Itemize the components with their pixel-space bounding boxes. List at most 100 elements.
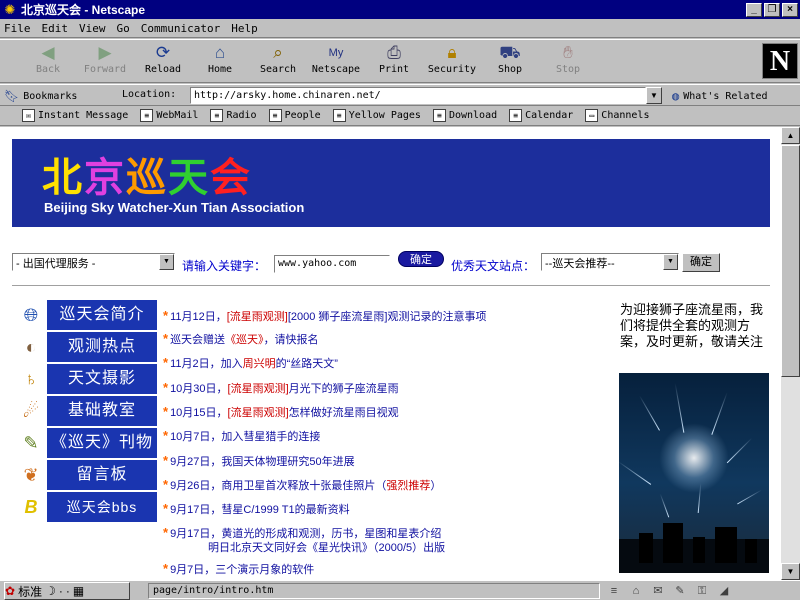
bookmarks-button[interactable]: 🔖︎ Bookmarks [4, 87, 77, 105]
logo-char: 天 [168, 155, 210, 201]
news-item[interactable]: * 11月2日，加入周兴明的“丝路天文” [163, 356, 613, 371]
menu-edit[interactable]: Edit [42, 22, 69, 35]
star-bullet-icon: * [163, 428, 169, 443]
star-bullet-icon: * [163, 355, 169, 370]
star-bullet-icon: * [163, 525, 169, 540]
page-content: 北京巡天会 Beijing Sky Watcher-Xun Tian Assoc… [0, 127, 781, 580]
resize-grip-icon[interactable]: ◢ [716, 584, 732, 598]
search-button[interactable]: ⌕ Search [250, 42, 306, 82]
navigator-icon[interactable]: ⌂ [628, 584, 644, 598]
meteor-shower-photo[interactable] [619, 373, 769, 573]
divider [12, 285, 770, 287]
component-bar-icon[interactable]: ≡ [606, 584, 622, 598]
channels-folder-icon: ▭ [585, 109, 599, 122]
vertical-scrollbar[interactable]: ▲ ▼ [781, 127, 800, 580]
bookmark-page-icon: ≡ [268, 109, 282, 122]
print-icon: ⎙ [387, 43, 401, 62]
keyword-input[interactable]: www.yahoo.com [274, 255, 390, 273]
stop-icon: ✋︎ [563, 43, 573, 62]
print-button[interactable]: ⎙ Print [366, 42, 422, 82]
menu-item-intro[interactable]: 🌐︎ 巡天会简介 [18, 300, 158, 330]
ime-punctuation-icon[interactable]: · [59, 584, 63, 598]
close-button[interactable]: × [782, 2, 798, 17]
netscape-icon: My [328, 47, 344, 59]
menu-item-hotspots[interactable]: ◐ 观测热点 [18, 332, 158, 362]
security-button[interactable]: 🔒︎ Security [424, 42, 480, 82]
news-item[interactable]: * 10月7日，加入彗星猎手的连接 [163, 429, 613, 444]
news-item[interactable]: * 9月17日，彗星C/1999 T1的最新资料 [163, 502, 613, 517]
scroll-up-icon[interactable]: ▲ [781, 127, 800, 144]
book-icon: ✎ [23, 433, 39, 453]
news-item[interactable]: * 11月12日，[流星雨观测][2000 狮子座流星雨]观测记录的注意事项 [163, 309, 613, 324]
moon-icon: ◐ [25, 337, 37, 357]
banner-subtitle: Beijing Sky Watcher-Xun Tian Association [44, 200, 305, 215]
news-item[interactable]: * 巡天会赠送《巡天》，请快报名 [163, 332, 613, 347]
menu-item-bbs[interactable]: B 巡天会bbs [18, 492, 158, 522]
instant-message-link[interactable]: ✉ Instant Message [22, 109, 128, 122]
location-dropdown-button[interactable]: ▼ [646, 87, 662, 104]
webmail-link[interactable]: ≡ WebMail [140, 109, 198, 122]
news-item[interactable]: * 9月17日，黄道光的形成和观测，历书，星图和星表介绍 [163, 526, 613, 541]
service-select[interactable]: - 出国代理服务 - ▼ [12, 253, 175, 271]
ime-mode-label[interactable]: 标准 [18, 583, 42, 600]
maximize-button[interactable]: ❐ [764, 2, 780, 17]
news-item[interactable]: * 9月26日，商用卫星首次释放十张最佳照片（强烈推荐） [163, 478, 613, 493]
news-item[interactable]: 明日北京天文同好会《星光快讯》（2000/5）出版 [208, 541, 658, 555]
menu-file[interactable]: File [4, 22, 31, 35]
location-input[interactable]: http://arsky.home.chinaren.net/ [190, 87, 646, 104]
whats-related-button[interactable]: ◍ What's Related [672, 87, 768, 105]
menu-help[interactable]: Help [231, 22, 258, 35]
scroll-thumb[interactable] [781, 145, 800, 377]
sites-submit-button[interactable]: 确定 [682, 253, 720, 272]
minimize-button[interactable]: _ [746, 2, 762, 17]
news-item[interactable]: * 10月30日，[流星雨观测]月光下的狮子座流星雨 [163, 381, 613, 396]
channels-link[interactable]: ▭ Channels [585, 109, 649, 122]
menu-go[interactable]: Go [117, 22, 130, 35]
sites-select[interactable]: --巡天会推荐-- ▼ [541, 253, 679, 271]
menu-item-photography[interactable]: ♄ 天文摄影 [18, 364, 158, 394]
ime-toolbar[interactable]: ✿ 标准 ☽ · · ▦ [4, 582, 130, 600]
shop-icon: ⛟ [499, 43, 521, 62]
forward-button[interactable]: ▶ Forward [77, 42, 133, 82]
reload-button[interactable]: ⟳ Reload [135, 42, 191, 82]
menu-communicator[interactable]: Communicator [141, 22, 220, 35]
ime-keyboard-icon[interactable]: ▦ [73, 584, 84, 598]
back-button[interactable]: ◀ Back [20, 42, 76, 82]
netscape-button[interactable]: My Netscape [308, 42, 364, 82]
yellow-pages-link[interactable]: ≡ Yellow Pages [332, 109, 421, 122]
bookmarks-icon: 🔖︎ [4, 89, 20, 103]
download-link[interactable]: ≡ Download [432, 109, 497, 122]
window-title: 北京巡天会 - Netscape [21, 3, 146, 17]
scroll-down-icon[interactable]: ▼ [781, 563, 800, 580]
calendar-link[interactable]: ≡ Calendar [509, 109, 573, 122]
star-bullet-icon: * [163, 501, 169, 516]
menu-item-journal[interactable]: ✎ 《巡天》刊物 [18, 428, 158, 458]
netscape-logo[interactable]: N [762, 43, 798, 79]
star-bullet-icon: * [163, 404, 169, 419]
news-item[interactable]: * 9月7日，三个演示月象的软件 [163, 562, 613, 577]
news-item[interactable]: * 10月15日，[流星雨观测]怎样做好流星雨目视观 [163, 405, 613, 420]
bookmark-page-icon: ≡ [509, 109, 523, 122]
news-item[interactable]: * 9月27日，我国天体物理研究50年进展 [163, 454, 613, 469]
bookmark-page-icon: ≡ [210, 109, 224, 122]
ime-punctuation-icon[interactable]: · [66, 584, 70, 598]
security-icon[interactable]: ⚿ [694, 584, 710, 598]
composer-icon[interactable]: ✎ [672, 584, 688, 598]
mail-icon[interactable]: ✉ [650, 584, 666, 598]
menu-item-classroom[interactable]: ☄ 基础教室 [18, 396, 158, 426]
stop-button[interactable]: ✋︎ Stop [540, 42, 596, 82]
people-link[interactable]: ≡ People [268, 109, 321, 122]
ime-halfwidth-icon[interactable]: ☽ [45, 584, 56, 598]
star-bullet-icon: * [163, 308, 169, 323]
status-bar: ✿ 标准 ☽ · · ▦ page/intro/intro.htm ≡ ⌂ ✉ … [0, 580, 800, 600]
shop-button[interactable]: ⛟ Shop [482, 42, 538, 82]
star-bullet-icon: * [163, 453, 169, 468]
home-icon: ⌂ [214, 43, 226, 62]
menu-item-guestbook[interactable]: ❦ 留言板 [18, 460, 158, 490]
home-button[interactable]: ⌂ Home [192, 42, 248, 82]
search-submit-button[interactable]: 确定 [398, 251, 444, 267]
menu-view[interactable]: View [79, 22, 106, 35]
radio-link[interactable]: ≡ Radio [210, 109, 257, 122]
site-banner: 北京巡天会 Beijing Sky Watcher-Xun Tian Assoc… [12, 139, 770, 227]
forward-arrow-icon: ▶ [98, 43, 112, 62]
